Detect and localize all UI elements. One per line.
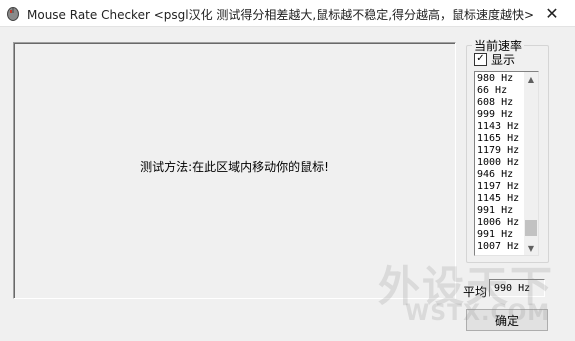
rate-list-item[interactable]: 980 Hz xyxy=(477,73,523,85)
rate-list-item[interactable]: 1007 Hz xyxy=(477,241,523,253)
test-instruction: 测试方法:在此区域内移动你的鼠标! xyxy=(140,160,329,174)
rate-list-item[interactable]: 1143 Hz xyxy=(477,121,523,133)
scroll-up-button[interactable]: ▲ xyxy=(524,72,538,86)
chevron-down-icon: ▼ xyxy=(527,243,535,253)
checkbox-box[interactable]: ✓ xyxy=(474,52,487,66)
rate-list-item[interactable]: 991 Hz xyxy=(477,205,523,217)
check-icon: ✓ xyxy=(476,53,485,64)
close-button[interactable]: ✕ xyxy=(529,0,575,26)
rate-list-item[interactable]: 66 Hz xyxy=(477,85,523,97)
average-label: 平均 xyxy=(463,285,488,299)
average-value-field: 990 Hz xyxy=(489,279,545,297)
rate-list-item[interactable]: 1165 Hz xyxy=(477,133,523,145)
show-rate-checkbox[interactable]: ✓ 显示 xyxy=(474,52,516,67)
title-bar: Mouse Rate Checker <psgl汉化 测试得分相差越大,鼠标越不… xyxy=(0,0,575,27)
mouse-app-icon xyxy=(7,7,19,21)
rate-list-item[interactable]: 1197 Hz xyxy=(477,181,523,193)
close-icon: ✕ xyxy=(545,3,559,23)
ok-button[interactable]: 确定 xyxy=(466,309,548,331)
rate-list-item[interactable]: 999 Hz xyxy=(477,109,523,121)
rate-list-item[interactable]: 1006 Hz xyxy=(477,217,523,229)
rate-list: 980 Hz 66 Hz 608 Hz 999 Hz 1143 Hz 1165 Hz 117… xyxy=(477,73,523,253)
rate-listbox[interactable]: 980 Hz 66 Hz 608 Hz 999 Hz 1143 Hz 1165 Hz 117… xyxy=(474,71,539,256)
window-title: Mouse Rate Checker <psgl汉化 测试得分相差越大,鼠标越不… xyxy=(27,8,535,22)
mouse-test-area[interactable]: 测试方法:在此区域内移动你的鼠标! xyxy=(13,42,456,299)
rate-list-item[interactable]: 1179 Hz xyxy=(477,145,523,157)
rate-list-item[interactable]: 1145 Hz xyxy=(477,193,523,205)
rate-list-item[interactable]: 991 Hz xyxy=(477,229,523,241)
show-rate-label: 显示 xyxy=(491,52,516,67)
scroll-thumb[interactable] xyxy=(525,220,537,236)
rate-list-item[interactable]: 1000 Hz xyxy=(477,157,523,169)
rate-list-item[interactable]: 946 Hz xyxy=(477,169,523,181)
chevron-up-icon: ▲ xyxy=(527,74,535,84)
scroll-down-button[interactable]: ▼ xyxy=(524,241,538,255)
rate-list-item[interactable]: 608 Hz xyxy=(477,97,523,109)
listbox-scrollbar[interactable]: ▲ ▼ xyxy=(524,72,538,255)
